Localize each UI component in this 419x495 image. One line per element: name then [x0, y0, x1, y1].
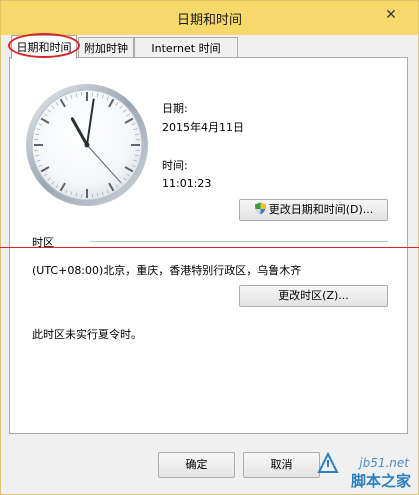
time-value: 11:01:23 [162, 177, 212, 190]
date-value: 2015年4月11日 [162, 121, 244, 134]
clock-center [84, 142, 90, 148]
date-label: 日期: [162, 102, 188, 115]
red-annotation-line [0, 247, 419, 248]
watermark-brand: 脚本之家 [350, 472, 411, 490]
window-title: 日期和时间 [176, 13, 242, 28]
dst-note: 此时区未实行夏令时。 [32, 328, 142, 341]
time-label: 时间: [162, 159, 188, 172]
close-icon[interactable]: ✕ [381, 5, 401, 25]
ok-button[interactable]: 确定 [158, 452, 235, 478]
change-date-time-button[interactable]: 更改日期和时间(D)... [239, 199, 388, 221]
watermark-site: jb51.net [359, 456, 409, 470]
tab-date-time[interactable]: 日期和时间 [11, 35, 77, 59]
tab-additional-clocks[interactable]: 附加时钟 [78, 37, 134, 58]
timezone-value: (UTC+08:00)北京，重庆，香港特别行政区，乌鲁木齐 [32, 264, 302, 277]
section-divider [90, 241, 388, 242]
change-date-time-label: 更改日期和时间(D)... [268, 203, 374, 216]
cancel-button[interactable]: 取消 [243, 452, 320, 478]
tab-internet-time[interactable]: Internet 时间 [134, 37, 238, 58]
analog-clock [26, 84, 148, 206]
change-timezone-button[interactable]: 更改时区(Z)... [239, 285, 388, 307]
shield-icon [254, 202, 266, 215]
site-logo-icon [317, 452, 339, 473]
